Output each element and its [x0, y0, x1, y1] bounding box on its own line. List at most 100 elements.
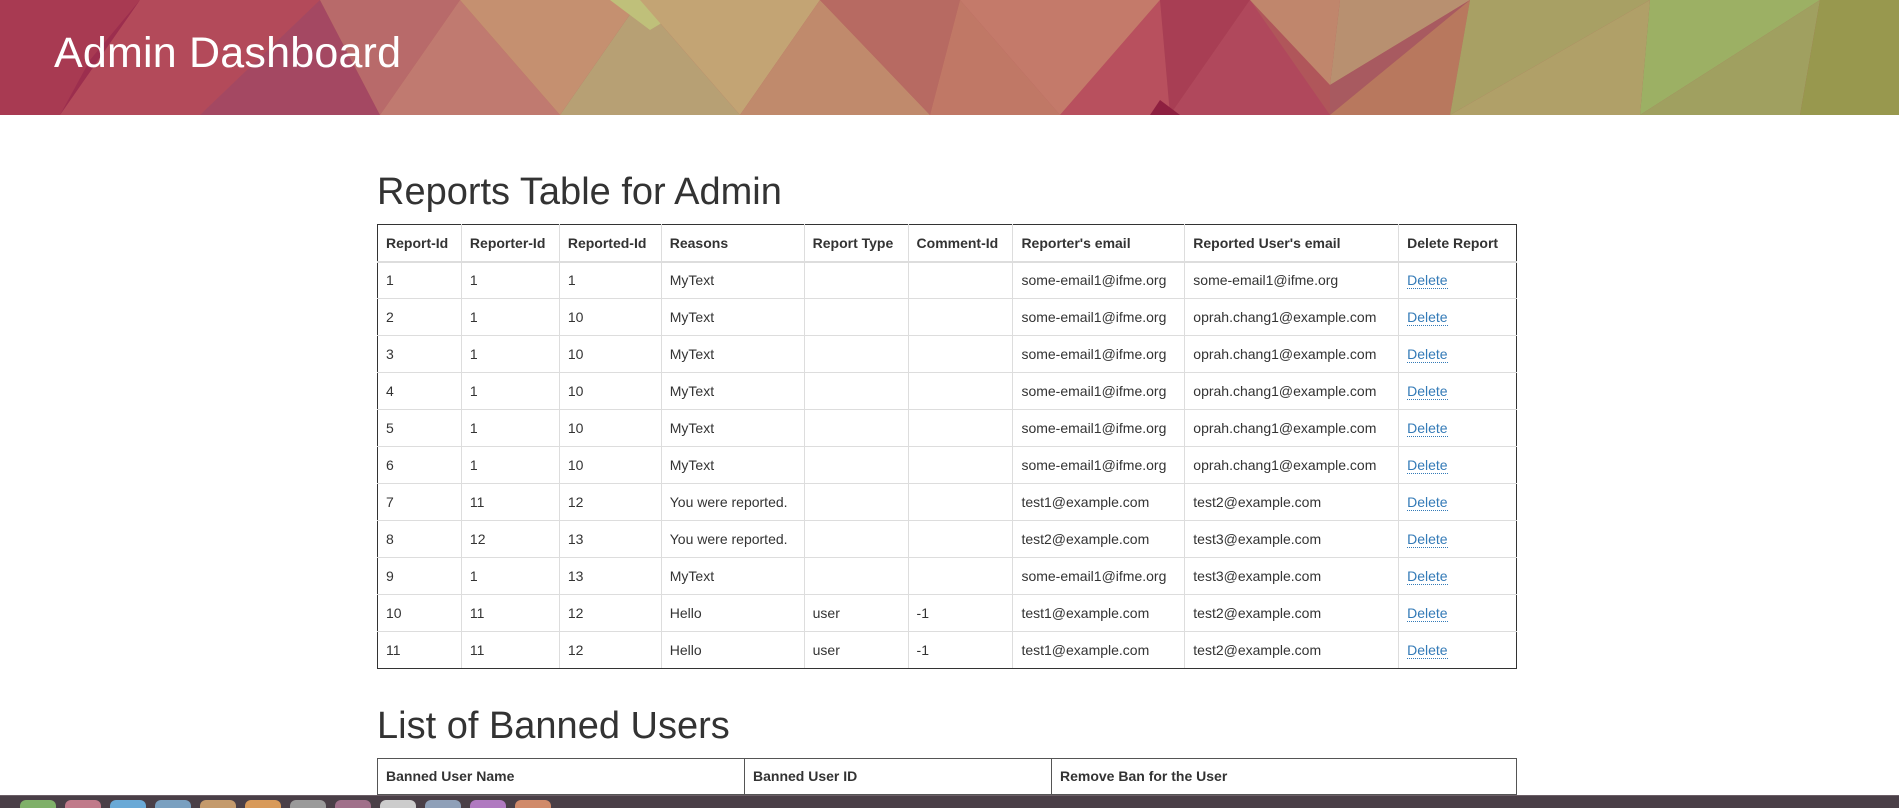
reporter-id-cell: 11	[460, 483, 560, 521]
report-id-cell: 1	[377, 261, 462, 299]
column-header: Banned User ID	[744, 758, 1052, 796]
app-icon[interactable]	[290, 800, 326, 808]
reported-id-cell: 12	[558, 483, 662, 521]
reported-email-cell: test3@example.com	[1184, 520, 1400, 558]
table-row: 8 12 13 You were reported. test2@example…	[377, 520, 1517, 558]
reported-email-cell: oprah.chang1@example.com	[1184, 446, 1400, 484]
reports-table-body: 1 1 1 MyText some-email1@ifme.org some-e…	[377, 261, 1517, 669]
report-type-cell	[803, 261, 909, 299]
report-type-cell	[803, 372, 909, 410]
app-icon[interactable]	[155, 800, 191, 808]
reporter-email-cell: some-email1@ifme.org	[1012, 372, 1186, 410]
app-icon[interactable]	[110, 800, 146, 808]
delete-cell: Delete	[1398, 298, 1517, 336]
reported-email-cell: oprah.chang1@example.com	[1184, 372, 1400, 410]
column-header: Reported-Id	[558, 224, 662, 263]
reported-id-cell: 10	[558, 372, 662, 410]
column-header: Banned User Name	[377, 758, 745, 796]
taskbar	[0, 795, 1899, 808]
app-icon[interactable]	[335, 800, 371, 808]
reports-table-title: Reports Table for Admin	[377, 171, 782, 213]
report-type-cell	[803, 335, 909, 373]
app-icon[interactable]	[65, 800, 101, 808]
report-id-cell: 8	[377, 520, 462, 558]
column-header: Comment-Id	[907, 224, 1014, 263]
comment-id-cell	[907, 557, 1014, 595]
app-icon[interactable]	[200, 800, 236, 808]
column-header: Reporter-Id	[460, 224, 560, 263]
column-header: Delete Report	[1398, 224, 1517, 263]
delete-cell: Delete	[1398, 520, 1517, 558]
table-row: 1 1 1 MyText some-email1@ifme.org some-e…	[377, 261, 1517, 299]
reports-section: Reports Table for Admin Report-Id Report…	[377, 168, 1517, 669]
reported-id-cell: 13	[558, 520, 662, 558]
column-header: Report-Id	[377, 224, 462, 263]
app-icon[interactable]	[245, 800, 281, 808]
comment-id-cell	[907, 298, 1014, 336]
reasons-cell: Hello	[660, 594, 805, 632]
reported-id-cell: 1	[558, 261, 662, 299]
report-id-cell: 7	[377, 483, 462, 521]
comment-id-cell	[907, 261, 1014, 299]
delete-report-link[interactable]: Delete	[1407, 531, 1448, 548]
banned-table-header-row: Banned User Name Banned User ID Remove B…	[377, 758, 1517, 796]
table-row: 11 11 12 Hello user -1 test1@example.com…	[377, 631, 1517, 669]
report-id-cell: 10	[377, 594, 462, 632]
reporter-id-cell: 1	[460, 409, 560, 447]
delete-report-link[interactable]: Delete	[1407, 642, 1448, 659]
report-type-cell	[803, 520, 909, 558]
reports-table: Report-Id Reporter-Id Reported-Id Reason…	[377, 224, 1517, 669]
delete-report-link[interactable]: Delete	[1407, 568, 1448, 585]
table-row: 5 1 10 MyText some-email1@ifme.org oprah…	[377, 409, 1517, 447]
banned-users-table: Banned User Name Banned User ID Remove B…	[377, 758, 1517, 796]
table-row: 9 1 13 MyText some-email1@ifme.org test3…	[377, 557, 1517, 595]
delete-cell: Delete	[1398, 409, 1517, 447]
app-icon[interactable]	[425, 800, 461, 808]
delete-cell: Delete	[1398, 631, 1517, 669]
table-row: 6 1 10 MyText some-email1@ifme.org oprah…	[377, 446, 1517, 484]
report-type-cell	[803, 557, 909, 595]
reporter-email-cell: some-email1@ifme.org	[1012, 261, 1186, 299]
report-type-cell	[803, 409, 909, 447]
reporter-id-cell: 1	[460, 372, 560, 410]
app-icon[interactable]	[470, 800, 506, 808]
report-id-cell: 3	[377, 335, 462, 373]
reporter-id-cell: 11	[460, 631, 560, 669]
delete-report-link[interactable]: Delete	[1407, 383, 1448, 400]
delete-cell: Delete	[1398, 335, 1517, 373]
table-row: 3 1 10 MyText some-email1@ifme.org oprah…	[377, 335, 1517, 373]
delete-report-link[interactable]: Delete	[1407, 457, 1448, 474]
app-icon[interactable]	[515, 800, 551, 808]
reports-table-header-row: Report-Id Reporter-Id Reported-Id Reason…	[377, 224, 1517, 263]
reported-email-cell: oprah.chang1@example.com	[1184, 409, 1400, 447]
reported-id-cell: 10	[558, 409, 662, 447]
report-type-cell	[803, 483, 909, 521]
reasons-cell: Hello	[660, 631, 805, 669]
reported-email-cell: oprah.chang1@example.com	[1184, 335, 1400, 373]
column-header: Reporter's email	[1012, 224, 1186, 263]
delete-report-link[interactable]: Delete	[1407, 420, 1448, 437]
reported-id-cell: 10	[558, 446, 662, 484]
delete-report-link[interactable]: Delete	[1407, 346, 1448, 363]
reasons-cell: You were reported.	[660, 483, 805, 521]
table-row: 4 1 10 MyText some-email1@ifme.org oprah…	[377, 372, 1517, 410]
delete-report-link[interactable]: Delete	[1407, 272, 1448, 290]
delete-report-link[interactable]: Delete	[1407, 309, 1448, 326]
reasons-cell: You were reported.	[660, 520, 805, 558]
reporter-id-cell: 1	[460, 261, 560, 299]
reasons-cell: MyText	[660, 372, 805, 410]
delete-cell: Delete	[1398, 372, 1517, 410]
comment-id-cell: -1	[907, 631, 1014, 669]
app-icon[interactable]	[20, 800, 56, 808]
reported-id-cell: 10	[558, 335, 662, 373]
app-icon[interactable]	[380, 800, 416, 808]
delete-cell: Delete	[1398, 483, 1517, 521]
reported-id-cell: 13	[558, 557, 662, 595]
table-row: 2 1 10 MyText some-email1@ifme.org oprah…	[377, 298, 1517, 336]
delete-report-link[interactable]: Delete	[1407, 605, 1448, 622]
reasons-cell: MyText	[660, 557, 805, 595]
column-header: Reported User's email	[1184, 224, 1400, 263]
reporter-email-cell: test1@example.com	[1012, 594, 1186, 632]
delete-report-link[interactable]: Delete	[1407, 494, 1448, 511]
comment-id-cell	[907, 520, 1014, 558]
